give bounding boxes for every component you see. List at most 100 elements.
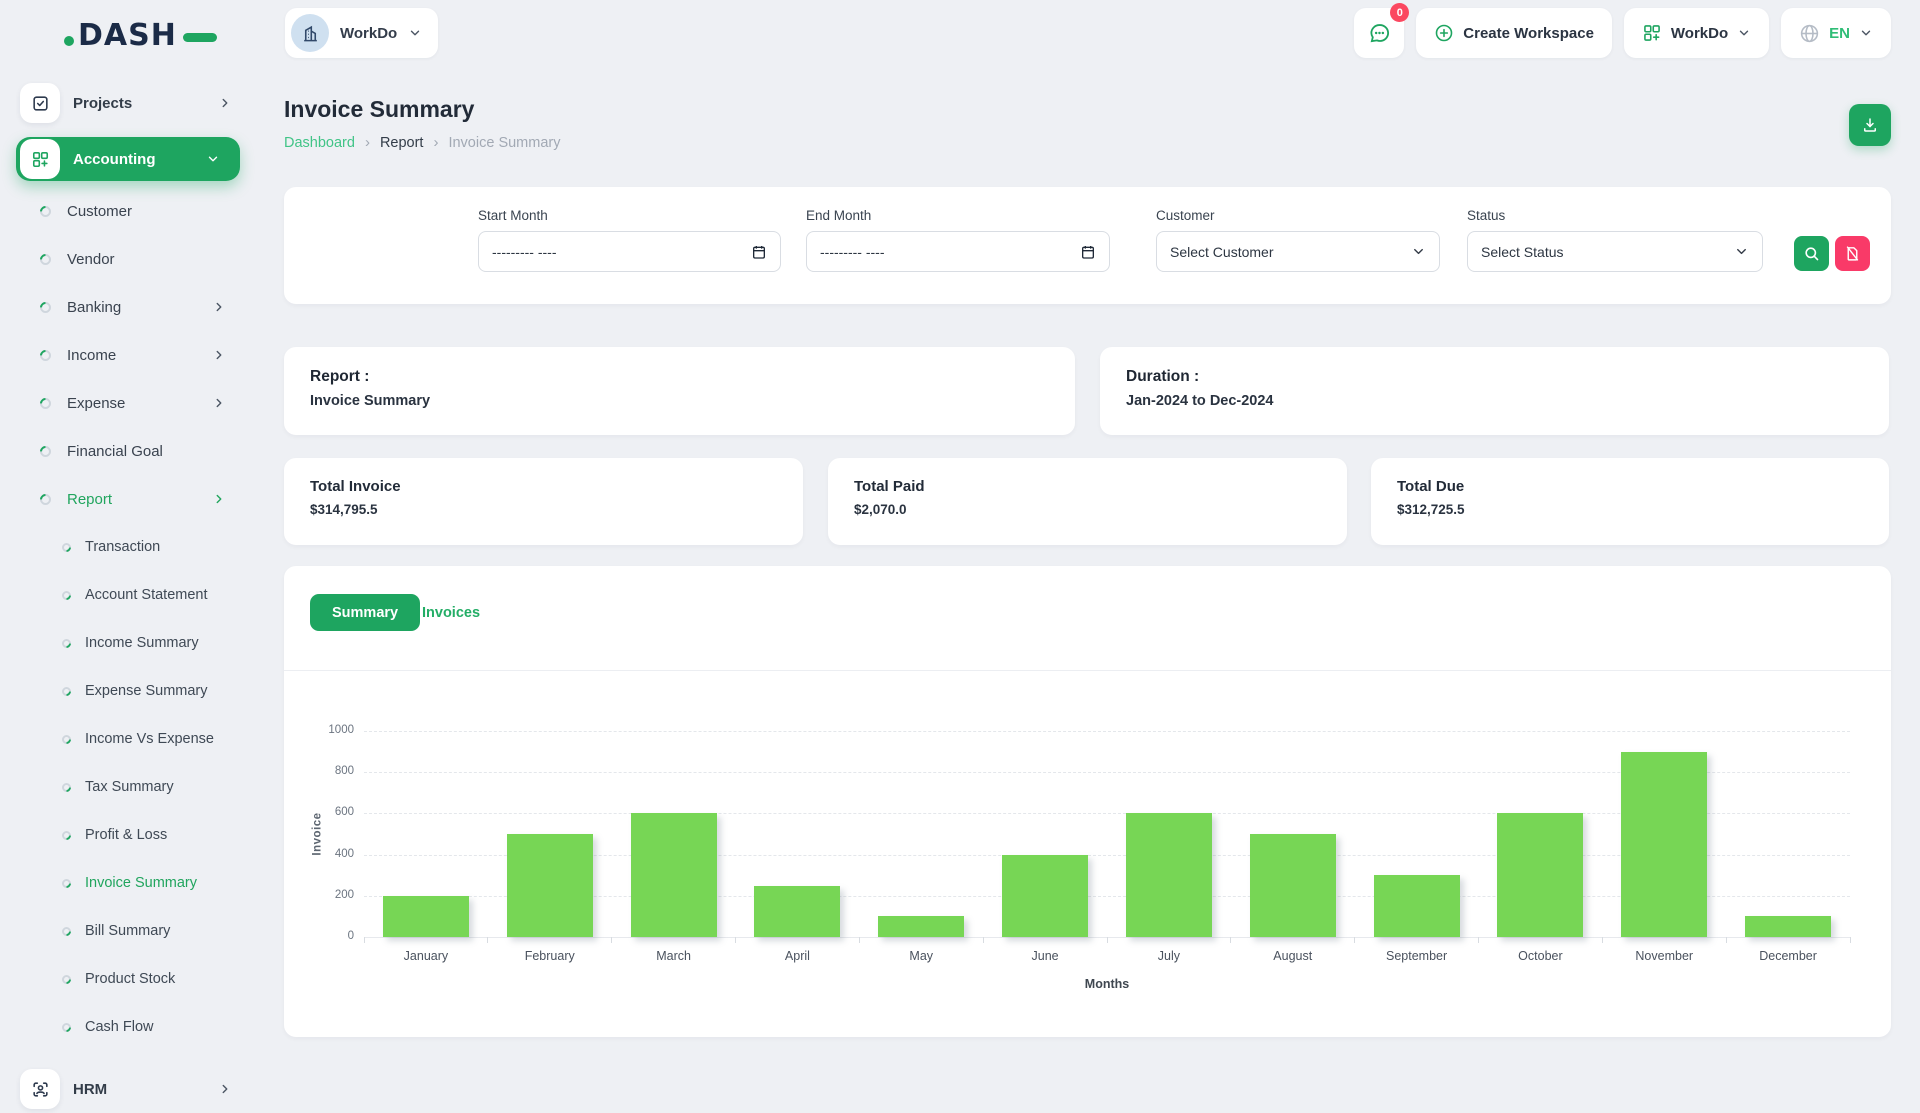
sidebar-item-label: Bill Summary [85, 923, 170, 939]
sidebar-item-income[interactable]: Income [0, 331, 260, 379]
bar-april [754, 886, 840, 938]
end-month-input[interactable]: --------- ---- [806, 231, 1110, 272]
sidebar-item-financial-goal[interactable]: Financial Goal [0, 427, 260, 475]
bullet-icon [38, 203, 54, 219]
end-month-placeholder: --------- ---- [820, 244, 1080, 260]
sidebar-menu: Projects Accounting Customer VendorBanking I… [0, 64, 260, 1113]
download-button[interactable] [1849, 104, 1891, 146]
tab-invoices[interactable]: Invoices [422, 594, 480, 631]
total-card-total-invoice: Total Invoice$314,795.5 [284, 458, 803, 545]
filter-panel: Start Month --------- ---- End Month ---… [284, 187, 1891, 304]
sidebar-item-report[interactable]: Report [0, 475, 260, 523]
x-axis-tick-mark [611, 937, 612, 943]
y-axis-tick-label: 400 [306, 848, 354, 860]
duration-info-value: Jan-2024 to Dec-2024 [1126, 393, 1863, 409]
chevron-right-icon [218, 96, 232, 110]
search-button[interactable] [1794, 236, 1829, 271]
x-axis-tick-mark [1850, 937, 1851, 943]
sidebar-item-transaction[interactable]: Transaction [0, 523, 260, 571]
start-month-input[interactable]: --------- ---- [478, 231, 781, 272]
app-logo[interactable]: DASH [64, 18, 217, 53]
total-label: Total Due [1397, 478, 1863, 495]
bullet-icon [60, 1021, 73, 1034]
bullet-icon [38, 347, 54, 363]
user-scan-icon [20, 1069, 60, 1109]
sidebar-item-label: Account Statement [85, 587, 208, 603]
x-axis-tick-label: December [1726, 949, 1850, 963]
bar-march [631, 813, 717, 937]
sidebar-item-label: Income [67, 347, 116, 364]
page-title: Invoice Summary [284, 96, 474, 123]
chevron-down-icon [206, 152, 220, 166]
x-axis-tick-label: July [1107, 949, 1231, 963]
bullet-icon [38, 395, 54, 411]
sidebar-item-label: Customer [67, 203, 132, 220]
customer-label: Customer [1156, 208, 1440, 223]
logo-text: DASH [78, 18, 177, 53]
x-axis-tick-mark [983, 937, 984, 943]
breadcrumb-item-report[interactable]: Report [380, 135, 424, 151]
sidebar-item-account-statement[interactable]: Account Statement [0, 571, 260, 619]
sidebar-item-banking[interactable]: Banking [0, 283, 260, 331]
x-axis-tick-label: April [736, 949, 860, 963]
sidebar-item-income-summary[interactable]: Income Summary [0, 619, 260, 667]
chevron-right-icon [212, 492, 226, 506]
sidebar-item-label: Profit & Loss [85, 827, 167, 843]
y-axis-tick-label: 600 [306, 806, 354, 818]
customer-group: Customer Select Customer [1156, 208, 1440, 272]
duration-info-label: Duration : [1126, 368, 1863, 386]
x-axis-tick-label: June [983, 949, 1107, 963]
sidebar-item-expense[interactable]: Expense [0, 379, 260, 427]
sidebar-item-cash-flow[interactable]: Cash Flow [0, 1003, 260, 1051]
x-axis-tick-mark [1478, 937, 1479, 943]
bar-october [1497, 813, 1583, 937]
bullet-icon [60, 973, 73, 986]
sidebar-item-invoice-summary[interactable]: Invoice Summary [0, 859, 260, 907]
sidebar-item-label: Invoice Summary [85, 875, 197, 891]
report-info-label: Report : [310, 368, 1049, 386]
grid-plus-icon [20, 139, 60, 179]
sidebar-item-vendor[interactable]: Vendor [0, 235, 260, 283]
sidebar-item-accounting[interactable]: Accounting [16, 137, 240, 181]
sidebar-item-customer[interactable]: Customer [0, 187, 260, 235]
sidebar-item-label: Expense Summary [85, 683, 208, 699]
customer-select[interactable]: Select Customer [1156, 231, 1440, 272]
sidebar-item-profit-loss[interactable]: Profit & Loss [0, 811, 260, 859]
total-label: Total Invoice [310, 478, 777, 495]
sidebar-item-label: Accounting [73, 151, 156, 168]
x-axis-tick-label: February [488, 949, 612, 963]
sidebar-item-hrm[interactable]: HRM [0, 1065, 260, 1113]
sidebar-item-tax-summary[interactable]: Tax Summary [0, 763, 260, 811]
sidebar-item-projects[interactable]: Projects [0, 79, 260, 127]
filter-row: Start Month --------- ---- End Month ---… [284, 187, 1891, 272]
calendar-icon [751, 244, 767, 260]
x-axis-tick-mark [1354, 937, 1355, 943]
x-axis-tick-label: January [364, 949, 488, 963]
status-selected-value: Select Status [1481, 244, 1734, 260]
sidebar-item-expense-summary[interactable]: Expense Summary [0, 667, 260, 715]
tab-summary[interactable]: Summary [310, 594, 420, 631]
total-label: Total Paid [854, 478, 1321, 495]
sidebar-item-label: Transaction [85, 539, 160, 555]
filter-buttons [1794, 236, 1870, 272]
chevron-right-icon [212, 348, 226, 362]
gridline [364, 731, 1850, 732]
bar-february [507, 834, 593, 937]
status-select[interactable]: Select Status [1467, 231, 1763, 272]
start-month-label: Start Month [478, 208, 781, 223]
bar-september [1374, 875, 1460, 937]
reset-filter-button[interactable] [1835, 236, 1870, 271]
bullet-icon [38, 491, 54, 507]
y-axis-tick-label: 200 [306, 889, 354, 901]
bullet-icon [60, 925, 73, 938]
sidebar-item-income-vs-expense[interactable]: Income Vs Expense [0, 715, 260, 763]
bullet-icon [60, 781, 73, 794]
sidebar-item-product-stock[interactable]: Product Stock [0, 955, 260, 1003]
sidebar-item-bill-summary[interactable]: Bill Summary [0, 907, 260, 955]
breadcrumb-item-dashboard[interactable]: Dashboard [284, 135, 355, 151]
tabs-divider [284, 670, 1891, 671]
x-axis-tick-mark [1230, 937, 1231, 943]
x-axis-tick-label: November [1602, 949, 1726, 963]
breadcrumb-separator-icon: › [365, 134, 370, 151]
checkbox-icon [20, 83, 60, 123]
